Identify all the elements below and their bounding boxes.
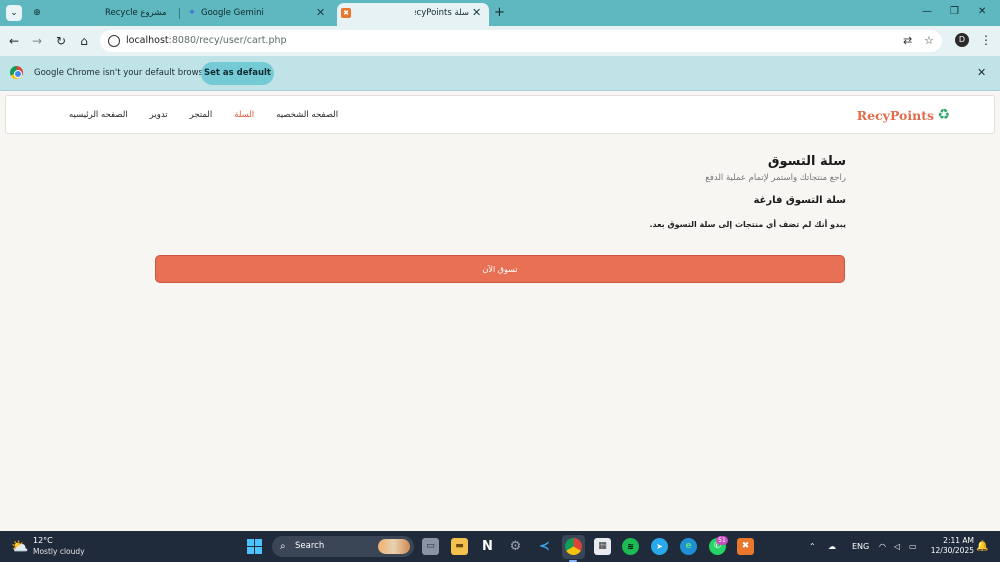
- translate-icon[interactable]: ⇄: [903, 32, 912, 50]
- weather-cloud-icon[interactable]: ⛅: [11, 539, 28, 555]
- battery-icon[interactable]: ▭: [909, 539, 917, 554]
- tab-recypoints-cart[interactable]: ✖ سلة RecyPoints ✕: [337, 3, 489, 26]
- close-window-button[interactable]: ✕: [978, 4, 986, 20]
- search-icon: ⌕: [280, 541, 286, 552]
- file-explorer-icon[interactable]: ▬: [451, 538, 468, 555]
- default-browser-infobar: Google Chrome isn't your default browser…: [0, 56, 1000, 91]
- address-bar[interactable]: localhost:8080/recy/user/cart.php ⇄ ☆: [100, 30, 942, 52]
- store-icon[interactable]: ▦: [594, 538, 611, 555]
- notification-bell-icon[interactable]: 🔔: [976, 540, 988, 553]
- nav-recycle[interactable]: تدوير: [139, 96, 179, 135]
- nav-store[interactable]: المتجر: [179, 96, 224, 135]
- bookmark-star-icon[interactable]: ☆: [924, 32, 934, 50]
- tab-search-icon[interactable]: ⌄: [6, 5, 22, 21]
- nav-profile[interactable]: الصفحه الشخصيه: [265, 96, 349, 135]
- home-icon[interactable]: ⌂: [76, 32, 92, 50]
- weather-condition[interactable]: Mostly cloudy: [33, 547, 85, 557]
- page-title: سلة التسوق: [767, 154, 846, 169]
- vscode-icon[interactable]: ≺: [536, 538, 553, 555]
- restore-button[interactable]: ❐: [950, 4, 959, 20]
- edge-icon[interactable]: e: [680, 538, 697, 555]
- tab-strip: ⌄ ⊕ مشروع Recycle ✦ Google Gemini ✕ ✖ سل…: [0, 0, 1000, 26]
- page-content: ♻ RecyPoints الصفحه الرئيسيه تدوير المتج…: [0, 91, 1000, 531]
- gemini-icon: ✦: [188, 8, 196, 18]
- reload-icon[interactable]: ↻: [53, 32, 69, 50]
- cart-section: سلة التسوق راجع منتجاتك واستمر لإتمام عم…: [146, 151, 846, 231]
- tab-title: مشروع Recycle: [105, 8, 167, 18]
- site-navbar: ♻ RecyPoints الصفحه الرئيسيه تدوير المتج…: [5, 95, 995, 134]
- close-tab-icon[interactable]: ✕: [472, 3, 481, 23]
- infobar-message: Google Chrome isn't your default browser: [34, 68, 212, 78]
- tab-title: سلة RecyPoints: [415, 8, 469, 18]
- tab-separator: [179, 8, 180, 19]
- settings-gear-icon[interactable]: ⚙: [507, 538, 524, 555]
- site-info-icon[interactable]: [108, 35, 120, 47]
- clock-time: 2:11 AM: [943, 536, 974, 545]
- wifi-icon[interactable]: ◠: [879, 539, 886, 554]
- empty-cart-title: سلة التسوق فارغة: [753, 195, 846, 206]
- url-host: localhost: [126, 35, 169, 46]
- chrome-logo-icon: [10, 66, 23, 79]
- notion-n-icon[interactable]: Ν: [479, 538, 496, 555]
- profile-avatar[interactable]: D: [955, 33, 969, 47]
- nav-cart[interactable]: السلة: [223, 96, 265, 135]
- menu-kebab-icon[interactable]: ⋮: [980, 32, 992, 48]
- whatsapp-badge: 51: [716, 536, 728, 545]
- clock-date: 12/30/2025: [930, 546, 974, 555]
- telegram-icon[interactable]: ➤: [651, 538, 668, 555]
- tab-title: Google Gemini: [201, 8, 264, 18]
- page-subtitle: راجع منتجاتك واستمر لإتمام عملية الدفع: [705, 173, 846, 183]
- volume-icon[interactable]: ◁: [894, 539, 900, 554]
- shop-now-button[interactable]: تسوق الآن: [155, 255, 845, 283]
- forward-arrow-icon[interactable]: →: [29, 32, 45, 50]
- xampp-taskbar-icon[interactable]: ✖: [737, 538, 754, 555]
- task-view-icon[interactable]: ▭: [422, 538, 439, 555]
- search-highlight-image: [378, 539, 410, 554]
- windows-taskbar: ⛅ 12°C Mostly cloudy ⌕ Search ▭ ▬ Ν ⚙ ≺ …: [0, 531, 1000, 562]
- spotify-icon[interactable]: ≋: [622, 538, 639, 555]
- recycle-icon: ♻: [937, 107, 950, 123]
- taskbar-clock[interactable]: 2:11 AM 12/30/2025: [928, 536, 974, 556]
- globe-icon: ⊕: [33, 8, 41, 18]
- xampp-icon: ✖: [341, 8, 351, 18]
- search-label: Search: [295, 541, 325, 551]
- language-indicator[interactable]: ENG: [852, 539, 869, 554]
- minimize-button[interactable]: —: [922, 4, 932, 20]
- weather-temperature[interactable]: 12°C: [33, 536, 53, 546]
- nav-home[interactable]: الصفحه الرئيسيه: [58, 96, 139, 135]
- site-brand[interactable]: RecyPoints: [857, 96, 934, 136]
- tray-overflow-chevron-icon[interactable]: ⌃: [809, 539, 816, 554]
- tab-recycle-project[interactable]: ⊕ مشروع Recycle: [30, 3, 175, 26]
- onedrive-icon[interactable]: ☁: [828, 539, 836, 554]
- tab-google-gemini[interactable]: ✦ Google Gemini ✕: [185, 3, 335, 26]
- browser-toolbar: ← → ↻ ⌂ localhost:8080/recy/user/cart.ph…: [0, 26, 1000, 56]
- url-path: :8080/recy/user/cart.php: [168, 35, 287, 46]
- empty-cart-message: يبدو أنك لم تضف أي منتجات إلى سلة التسوق…: [649, 220, 846, 229]
- taskbar-search[interactable]: ⌕ Search: [272, 536, 414, 557]
- close-infobar-icon[interactable]: ✕: [977, 66, 986, 80]
- nav-links: الصفحه الرئيسيه تدوير المتجر السلة الصفح…: [58, 96, 349, 135]
- set-as-default-button[interactable]: Set as default: [201, 62, 274, 85]
- new-tab-button[interactable]: +: [494, 4, 505, 22]
- chrome-taskbar-icon[interactable]: [565, 538, 582, 555]
- close-tab-icon[interactable]: ✕: [316, 3, 325, 23]
- url-text[interactable]: localhost:8080/recy/user/cart.php: [126, 30, 287, 52]
- windows-start-icon[interactable]: [247, 539, 262, 554]
- back-arrow-icon[interactable]: ←: [6, 32, 22, 50]
